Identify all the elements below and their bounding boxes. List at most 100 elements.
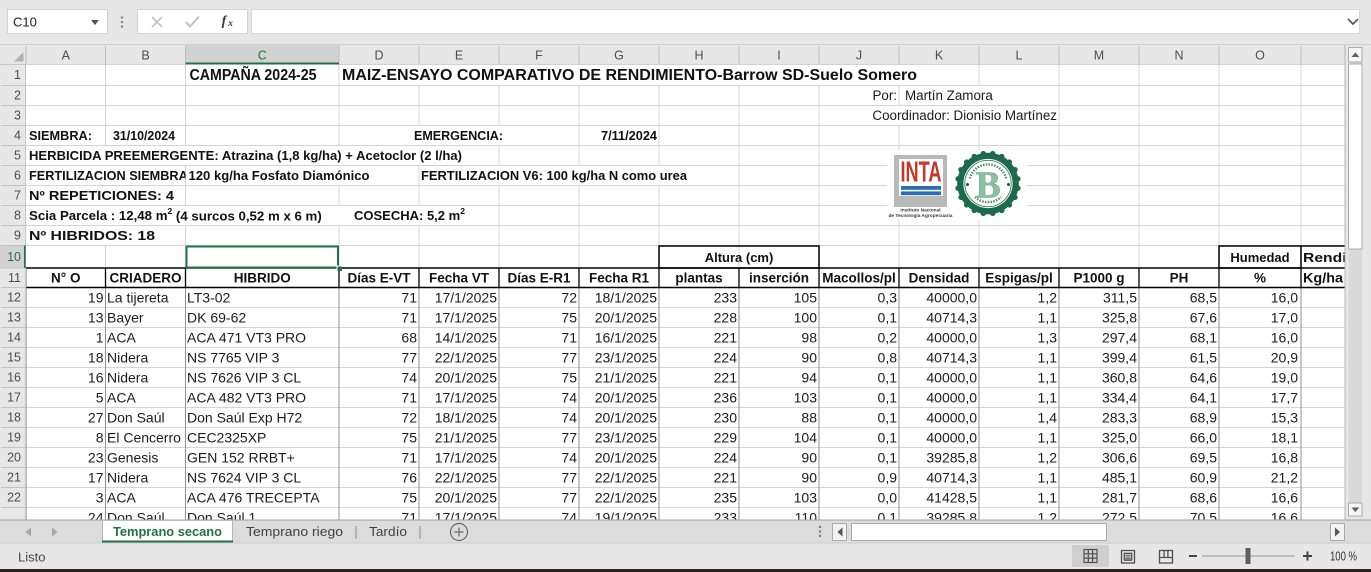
svg-text:1,1: 1,1: [1038, 390, 1058, 406]
svg-text:40000,0: 40000,0: [926, 290, 977, 306]
svg-text:283,3: 283,3: [1102, 410, 1137, 426]
svg-text:103: 103: [794, 390, 818, 406]
svg-text:CAMPAÑA 2024-25: CAMPAÑA 2024-25: [190, 64, 317, 84]
svg-text:77: 77: [561, 490, 577, 506]
svg-text:72: 72: [401, 410, 417, 426]
svg-text:8: 8: [96, 430, 104, 446]
svg-text:17/1/2025: 17/1/2025: [435, 310, 497, 326]
svg-text:221: 221: [714, 330, 738, 346]
svg-text:90: 90: [801, 470, 817, 486]
svg-text:233: 233: [714, 290, 738, 306]
svg-text:27: 27: [88, 410, 104, 426]
svg-text:18/1/2025: 18/1/2025: [435, 410, 497, 426]
svg-text:C10: C10: [13, 15, 37, 30]
svg-text:ACA 482 VT3 PRO: ACA 482 VT3 PRO: [187, 390, 306, 406]
svg-text:17: 17: [7, 391, 21, 405]
svg-text:CRIADERO: CRIADERO: [109, 271, 181, 286]
svg-text:Listo: Listo: [18, 550, 45, 565]
svg-text:16: 16: [88, 370, 104, 386]
svg-text:F: F: [535, 49, 543, 63]
svg-text:100 %: 100 %: [1330, 550, 1357, 564]
svg-text:40714,3: 40714,3: [926, 350, 977, 366]
svg-text:68,9: 68,9: [1190, 410, 1217, 426]
svg-text:221: 221: [714, 370, 738, 386]
svg-text:EMERGENCIA:: EMERGENCIA:: [414, 128, 503, 143]
svg-text:21/1/2025: 21/1/2025: [435, 430, 497, 446]
svg-text:71: 71: [401, 450, 417, 466]
svg-text:17/1/2025: 17/1/2025: [435, 290, 497, 306]
svg-text:DK 69-62: DK 69-62: [187, 310, 246, 326]
svg-text:12: 12: [7, 291, 21, 305]
svg-text:2: 2: [14, 89, 21, 103]
svg-text:75: 75: [401, 490, 417, 506]
svg-text:Genesis: Genesis: [107, 450, 158, 466]
svg-text:16,6: 16,6: [1271, 490, 1298, 506]
svg-text:11: 11: [8, 271, 21, 285]
svg-text:21: 21: [7, 471, 21, 485]
svg-text:334,4: 334,4: [1102, 390, 1137, 406]
svg-text:71: 71: [561, 330, 577, 346]
svg-text:74: 74: [561, 450, 577, 466]
svg-text:71: 71: [401, 390, 417, 406]
svg-text:Altura (cm): Altura (cm): [705, 250, 774, 265]
svg-text:plantas: plantas: [675, 271, 722, 286]
svg-text:1,1: 1,1: [1038, 490, 1058, 506]
svg-text:77: 77: [561, 470, 577, 486]
svg-text:El Cencerro: El Cencerro: [107, 430, 181, 446]
svg-text:235: 235: [714, 490, 738, 506]
svg-text:325,0: 325,0: [1102, 430, 1137, 446]
svg-text:23/1/2025: 23/1/2025: [595, 430, 657, 446]
svg-text:40000,0: 40000,0: [926, 390, 977, 406]
svg-text:16/1/2025: 16/1/2025: [595, 330, 657, 346]
svg-text:23: 23: [88, 450, 104, 466]
svg-text:0,9: 0,9: [878, 470, 898, 486]
svg-text:17,7: 17,7: [1271, 390, 1298, 406]
svg-text:39285,8: 39285,8: [926, 450, 977, 466]
svg-text:Scia Parcela : 12,48 m2 (4 sur: Scia Parcela : 12,48 m2 (4 surcos 0,52 m…: [29, 206, 322, 223]
svg-text:Don Saúl: Don Saúl: [107, 410, 165, 426]
svg-text:C: C: [258, 49, 267, 63]
svg-text:0,8: 0,8: [878, 350, 898, 366]
svg-text:L: L: [1016, 49, 1023, 63]
svg-text:inserción: inserción: [749, 271, 809, 286]
svg-text:I: I: [777, 49, 780, 63]
svg-text:88: 88: [801, 410, 817, 426]
svg-text:40714,3: 40714,3: [926, 310, 977, 326]
svg-text:1: 1: [96, 330, 104, 346]
svg-text:9: 9: [14, 229, 21, 243]
svg-text:90: 90: [801, 450, 817, 466]
svg-text:FERTILIZACION V6: 100 kg/ha N: FERTILIZACION V6: 100 kg/ha N como urea: [421, 168, 688, 183]
svg-text:5: 5: [96, 390, 104, 406]
svg-text:6: 6: [14, 169, 21, 183]
svg-text:ACA: ACA: [107, 390, 136, 406]
svg-text:68,5: 68,5: [1190, 290, 1217, 306]
svg-text:19: 19: [88, 290, 104, 306]
svg-text:Macollos/pl: Macollos/pl: [822, 271, 896, 286]
svg-text:64,6: 64,6: [1190, 370, 1217, 386]
svg-text:98: 98: [801, 330, 817, 346]
svg-text:3: 3: [14, 109, 21, 123]
svg-text:Nº HIBRIDOS: 18: Nº HIBRIDOS: 18: [29, 228, 155, 243]
svg-text:P1000 g: P1000 g: [1073, 271, 1124, 286]
svg-text:4: 4: [14, 129, 21, 143]
svg-text:CEC2325XP: CEC2325XP: [187, 430, 266, 446]
svg-text:120 kg/ha Fosfato Diamónico: 120 kg/ha Fosfato Diamónico: [189, 168, 370, 183]
svg-text:15,3: 15,3: [1271, 410, 1298, 426]
svg-text:1,1: 1,1: [1038, 310, 1058, 326]
svg-text:228: 228: [714, 310, 738, 326]
svg-text:22: 22: [7, 491, 21, 505]
svg-text:40000,0: 40000,0: [926, 370, 977, 386]
svg-text:%: %: [1254, 271, 1266, 286]
svg-text:68,1: 68,1: [1190, 330, 1217, 346]
svg-text:8: 8: [14, 209, 21, 223]
svg-text:de Tecnología Agropecuaria: de Tecnología Agropecuaria: [889, 213, 953, 219]
svg-text:325,8: 325,8: [1102, 310, 1137, 326]
svg-text:75: 75: [401, 430, 417, 446]
svg-text:76: 76: [401, 470, 417, 486]
svg-text:MAIZ-ENSAYO COMPARATIVO DE REN: MAIZ-ENSAYO COMPARATIVO DE RENDIMIENTO-B…: [342, 67, 917, 84]
svg-text:230: 230: [714, 410, 738, 426]
svg-text:1,3: 1,3: [1038, 330, 1058, 346]
svg-text:1,1: 1,1: [1038, 370, 1058, 386]
svg-text:74: 74: [401, 370, 417, 386]
svg-text:Temprano secano: Temprano secano: [113, 524, 222, 539]
